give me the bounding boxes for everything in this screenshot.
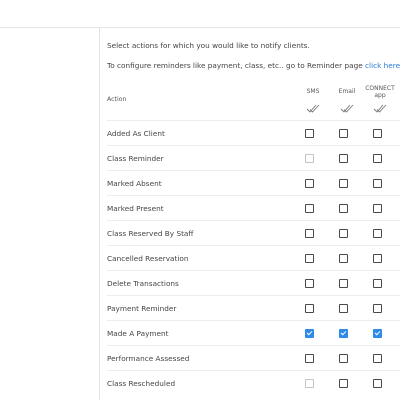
click-here-link[interactable]: click here xyxy=(365,61,400,70)
intro-text: Select actions for which you would like … xyxy=(107,41,310,50)
email-checkbox[interactable] xyxy=(339,129,348,138)
sms-checkbox[interactable] xyxy=(305,304,314,313)
email-checkbox[interactable] xyxy=(339,154,348,163)
connect-app-column-header: CONNECT app xyxy=(365,85,395,99)
connect-header-line2: app xyxy=(374,92,386,99)
action-label: Class Rescheduled xyxy=(107,379,176,388)
sms-checkbox xyxy=(305,379,314,388)
table-row: Marked Present xyxy=(107,195,400,220)
connect-app-checkbox[interactable] xyxy=(373,154,382,163)
reminder-config-text: To configure reminders like payment, cla… xyxy=(107,61,400,70)
left-sidebar xyxy=(0,28,99,400)
reminder-config-prefix: To configure reminders like payment, cla… xyxy=(107,61,366,70)
sms-checkbox[interactable] xyxy=(305,279,314,288)
connect-app-checkbox[interactable] xyxy=(373,204,382,213)
email-checkbox[interactable] xyxy=(339,229,348,238)
action-column-header: Action xyxy=(107,96,127,103)
table-row: Performance Assessed xyxy=(107,345,400,370)
action-label: Marked Absent xyxy=(107,179,162,188)
action-label: Cancelled Reservation xyxy=(107,254,189,263)
notification-actions-table: Added As Client Class Reminder Marked Abse… xyxy=(107,120,400,395)
email-checkbox[interactable] xyxy=(339,279,348,288)
pane-divider xyxy=(99,28,100,400)
connect-app-checkbox[interactable] xyxy=(373,179,382,188)
action-label: Added As Client xyxy=(107,129,165,138)
connect-app-checkbox[interactable] xyxy=(373,279,382,288)
sms-checkbox[interactable] xyxy=(305,179,314,188)
table-row: Class Rescheduled xyxy=(107,370,400,395)
sms-checkbox[interactable] xyxy=(305,129,314,138)
email-column-header: Email xyxy=(338,88,356,95)
select-all-connect-icon[interactable] xyxy=(373,104,387,116)
email-checkbox[interactable] xyxy=(339,379,348,388)
connect-app-checkbox[interactable] xyxy=(373,329,382,338)
connect-app-checkbox[interactable] xyxy=(373,129,382,138)
connect-app-checkbox[interactable] xyxy=(373,379,382,388)
action-label: Class Reserved By Staff xyxy=(107,229,194,238)
sms-checkbox[interactable] xyxy=(305,354,314,363)
action-label: Made A Payment xyxy=(107,329,169,338)
table-row: Marked Absent xyxy=(107,170,400,195)
table-row: Cancelled Reservation xyxy=(107,245,400,270)
table-row: Added As Client xyxy=(107,120,400,145)
email-checkbox[interactable] xyxy=(339,204,348,213)
action-label: Payment Reminder xyxy=(107,304,177,313)
sms-checkbox[interactable] xyxy=(305,229,314,238)
email-checkbox[interactable] xyxy=(339,329,348,338)
notification-settings-panel: Select actions for which you would like … xyxy=(107,28,400,400)
connect-header-line1: CONNECT xyxy=(365,85,395,92)
table-row: Delete Transactions xyxy=(107,270,400,295)
action-label: Performance Assessed xyxy=(107,354,190,363)
sms-checkbox[interactable] xyxy=(305,329,314,338)
select-all-sms-icon[interactable] xyxy=(306,104,320,116)
table-row: Made A Payment xyxy=(107,320,400,345)
table-row: Payment Reminder xyxy=(107,295,400,320)
action-label: Class Reminder xyxy=(107,154,164,163)
connect-app-checkbox[interactable] xyxy=(373,229,382,238)
select-all-email-icon[interactable] xyxy=(340,104,354,116)
sms-checkbox xyxy=(305,154,314,163)
email-checkbox[interactable] xyxy=(339,179,348,188)
sms-checkbox[interactable] xyxy=(305,254,314,263)
table-row: Class Reserved By Staff xyxy=(107,220,400,245)
sms-checkbox[interactable] xyxy=(305,204,314,213)
action-label: Delete Transactions xyxy=(107,279,179,288)
email-checkbox[interactable] xyxy=(339,304,348,313)
connect-app-checkbox[interactable] xyxy=(373,354,382,363)
action-label: Marked Present xyxy=(107,204,164,213)
connect-app-checkbox[interactable] xyxy=(373,254,382,263)
email-checkbox[interactable] xyxy=(339,354,348,363)
connect-app-checkbox[interactable] xyxy=(373,304,382,313)
table-row: Class Reminder xyxy=(107,145,400,170)
sms-column-header: SMS xyxy=(306,88,320,95)
email-checkbox[interactable] xyxy=(339,254,348,263)
